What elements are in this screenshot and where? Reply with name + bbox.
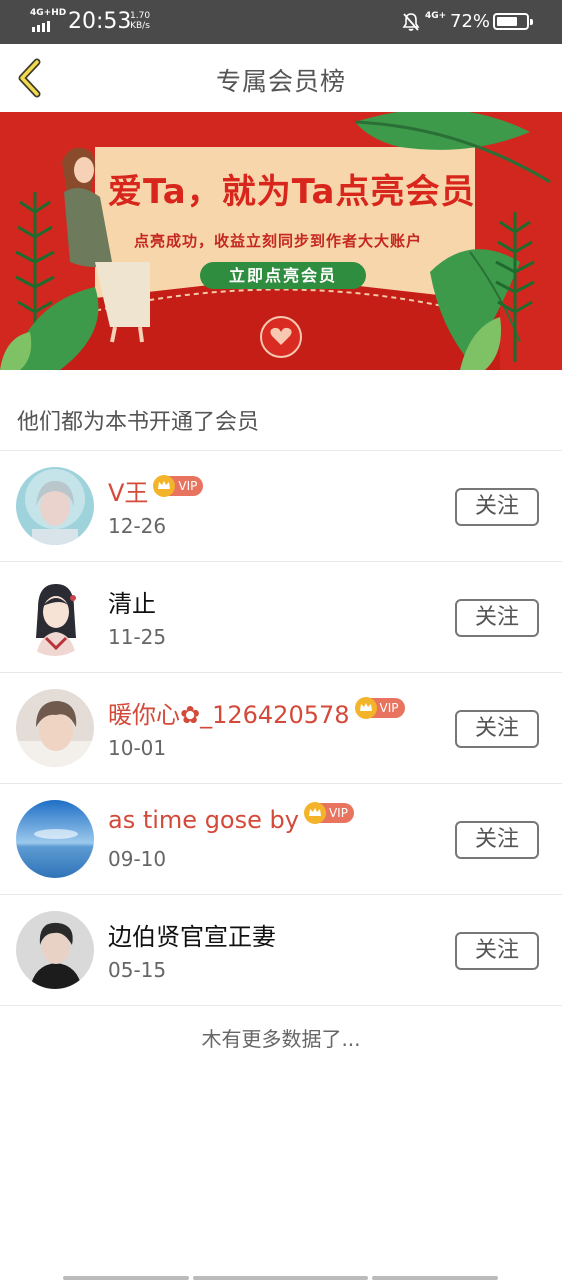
status-time: 20:53 bbox=[68, 9, 132, 34]
member-date: 09-10 bbox=[108, 847, 167, 871]
avatar-image bbox=[16, 578, 94, 656]
signal-icon: 4G+HD bbox=[30, 8, 66, 32]
crown-icon bbox=[354, 697, 377, 719]
avatar-image bbox=[16, 689, 94, 767]
member-date: 05-15 bbox=[108, 958, 167, 982]
section-title: 他们都为本书开通了会员 bbox=[17, 410, 260, 435]
member-date: 12-26 bbox=[108, 514, 167, 538]
member-name[interactable]: V王 VIP bbox=[108, 473, 204, 508]
network-type-right: 4G+ bbox=[425, 11, 447, 21]
banner-headline: 爱Ta，就为Ta点亮会员 bbox=[108, 172, 476, 212]
network-speed: 1.70 KB/s bbox=[130, 11, 150, 31]
avatar[interactable] bbox=[16, 689, 94, 767]
vip-badge: VIP bbox=[354, 697, 405, 719]
vip-badge: VIP bbox=[303, 802, 354, 824]
list-item[interactable]: 清止 11-25 关注 bbox=[0, 562, 562, 673]
member-promo-banner[interactable]: 爱Ta，就为Ta点亮会员 点亮成功，收益立刻同步到作者大大账户 立即点亮会员 bbox=[0, 112, 562, 370]
speed-value: 1.70 bbox=[130, 11, 151, 21]
member-name[interactable]: 清止 bbox=[108, 584, 156, 619]
vip-badge: VIP bbox=[153, 475, 204, 497]
network-type: 4G+HD bbox=[30, 8, 67, 18]
battery-fill bbox=[497, 17, 517, 26]
title-bar: 专属会员榜 bbox=[0, 44, 562, 112]
list-item[interactable]: as time gose by VIP 09-10 关注 bbox=[0, 784, 562, 895]
crown-icon bbox=[153, 475, 176, 497]
member-date: 10-01 bbox=[108, 736, 167, 760]
avatar[interactable] bbox=[16, 800, 94, 878]
follow-button[interactable]: 关注 bbox=[455, 488, 539, 526]
avatar-image bbox=[16, 467, 94, 545]
list-item[interactable]: V王 VIP 12-26 关注 bbox=[0, 451, 562, 562]
battery-icon bbox=[493, 13, 533, 30]
avatar-image bbox=[16, 911, 94, 989]
avatar-image bbox=[16, 800, 94, 878]
speed-unit: KB/s bbox=[130, 21, 150, 31]
list-item[interactable]: 边伯贤官宣正妻 05-15 关注 bbox=[0, 895, 562, 1006]
banner-subtitle: 点亮成功，收益立刻同步到作者大大账户 bbox=[134, 232, 423, 250]
member-date: 11-25 bbox=[108, 625, 167, 649]
status-bar: 4G+HD 20:53 1.70 KB/s 4G+ 72% bbox=[0, 0, 562, 44]
no-more-data-text: 木有更多数据了... bbox=[201, 1027, 361, 1051]
member-name[interactable]: 暖你心✿_126420578 VIP bbox=[108, 695, 405, 730]
gesture-bar bbox=[0, 1276, 562, 1280]
follow-button[interactable]: 关注 bbox=[455, 821, 539, 859]
crown-icon bbox=[303, 802, 326, 824]
member-name[interactable]: as time gose by VIP bbox=[108, 802, 354, 834]
avatar[interactable] bbox=[16, 911, 94, 989]
follow-button[interactable]: 关注 bbox=[455, 710, 539, 748]
avatar[interactable] bbox=[16, 578, 94, 656]
follow-button[interactable]: 关注 bbox=[455, 599, 539, 637]
page-title: 专属会员榜 bbox=[215, 67, 346, 96]
list-item[interactable]: 暖你心✿_126420578 VIP 10-01 关注 bbox=[0, 673, 562, 784]
member-name[interactable]: 边伯贤官宣正妻 bbox=[108, 917, 276, 952]
light-up-member-button[interactable]: 立即点亮会员 bbox=[200, 262, 366, 289]
battery-percent: 72% bbox=[450, 11, 491, 32]
bell-muted-icon bbox=[402, 13, 420, 31]
member-list: V王 VIP 12-26 关注 清止 11-25 关注 暖你心✿_1264205… bbox=[0, 451, 562, 1006]
avatar[interactable] bbox=[16, 467, 94, 545]
follow-button[interactable]: 关注 bbox=[455, 932, 539, 970]
